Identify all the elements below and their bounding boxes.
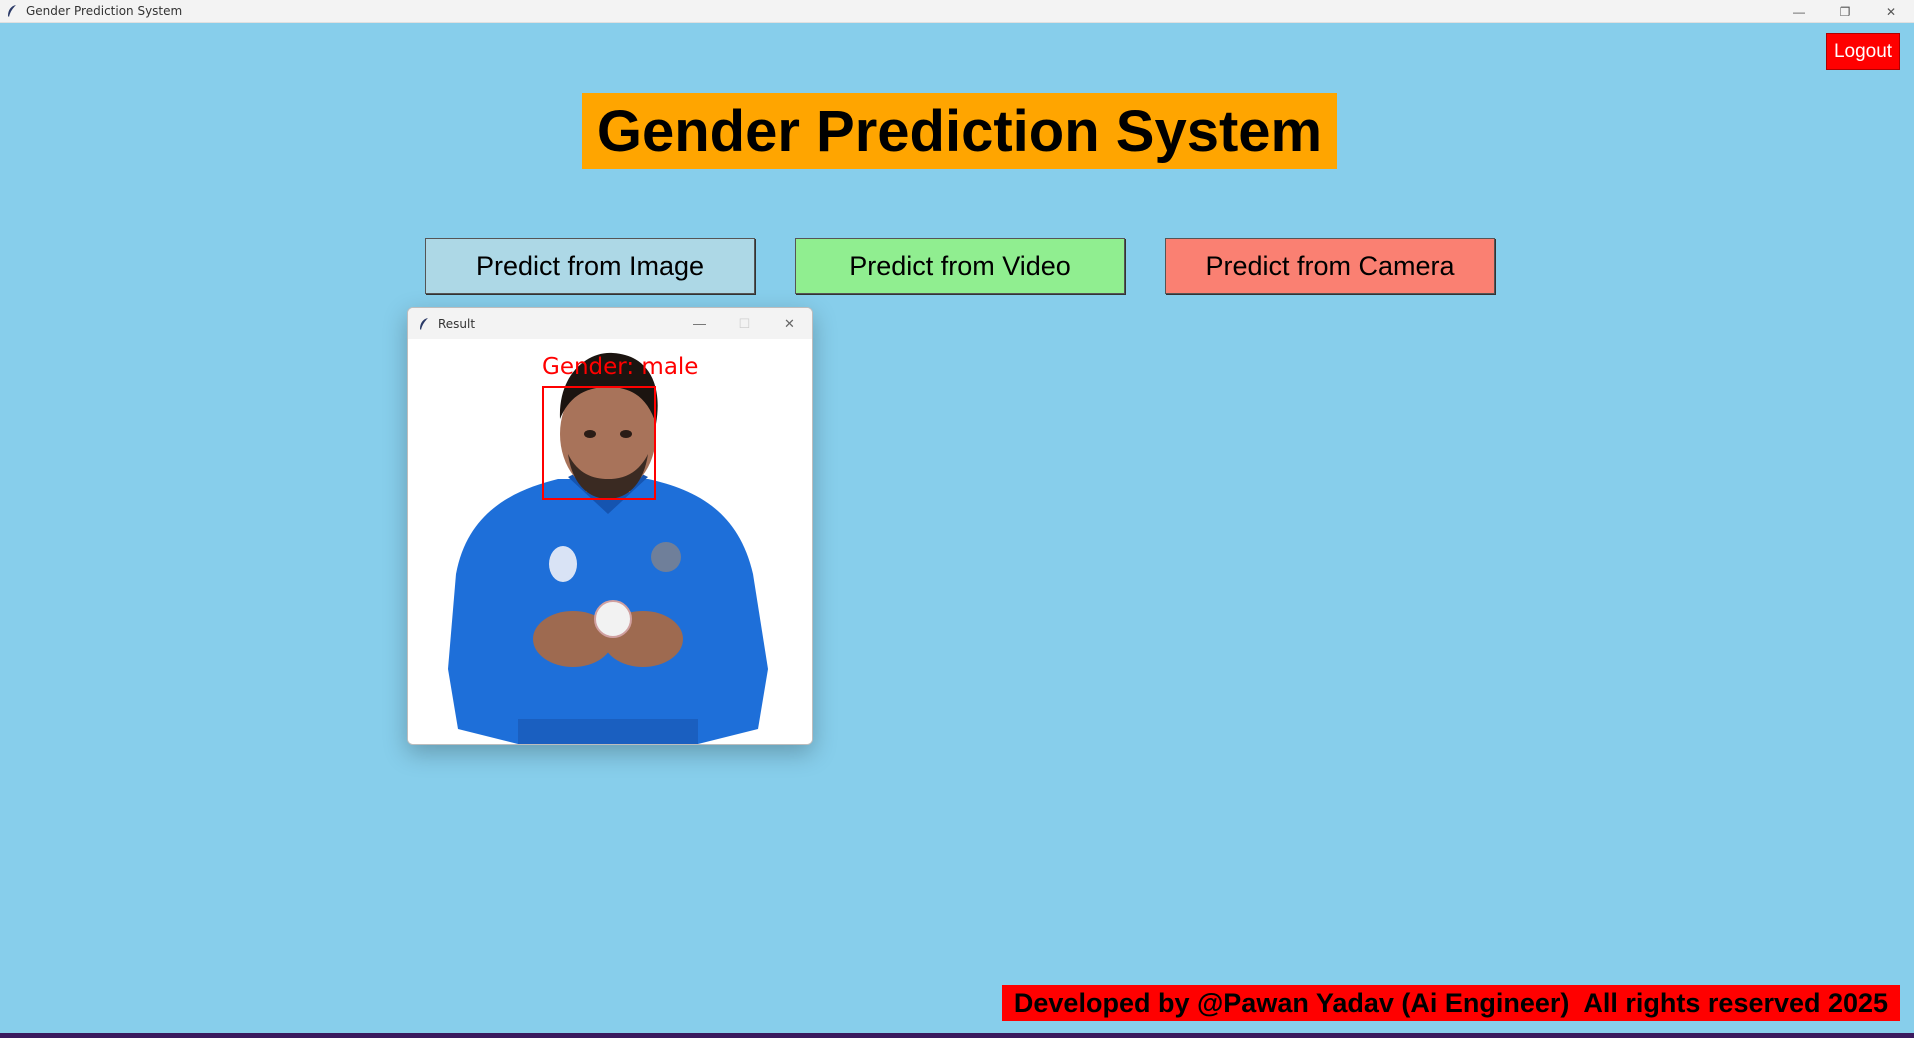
result-window-controls: — ☐ ✕ <box>677 308 812 339</box>
result-image: Gender: male <box>408 339 812 744</box>
feather-icon <box>4 3 20 19</box>
window-controls: — ❐ ✕ <box>1776 0 1914 23</box>
feather-icon <box>416 316 432 332</box>
footer-credits: Developed by @Pawan Yadav (Ai Engineer) … <box>1002 985 1900 1021</box>
result-close-button[interactable]: ✕ <box>767 308 812 339</box>
result-window: Result — ☐ ✕ Gender: male <box>407 307 813 745</box>
result-titlebar[interactable]: Result — ☐ ✕ <box>408 308 812 339</box>
window-title: Gender Prediction System <box>26 4 183 18</box>
result-maximize-button: ☐ <box>738 315 751 331</box>
app-client-area: Logout Gender Prediction System Predict … <box>0 23 1914 1033</box>
taskbar-edge <box>0 1033 1914 1038</box>
result-minimize-button[interactable]: — <box>677 308 722 339</box>
window-titlebar: Gender Prediction System — ❐ ✕ <box>0 0 1914 23</box>
predict-image-button[interactable]: Predict from Image <box>425 238 755 294</box>
face-bounding-box <box>542 386 656 500</box>
result-window-title: Result <box>438 316 476 331</box>
logout-button[interactable]: Logout <box>1826 33 1900 70</box>
predict-camera-button[interactable]: Predict from Camera <box>1165 238 1495 294</box>
minimize-button[interactable]: — <box>1776 0 1822 23</box>
gender-prediction-label: Gender: male <box>542 354 699 380</box>
restore-button[interactable]: ❐ <box>1822 0 1868 23</box>
close-button[interactable]: ✕ <box>1868 0 1914 23</box>
predict-video-button[interactable]: Predict from Video <box>795 238 1125 294</box>
page-title: Gender Prediction System <box>582 93 1337 169</box>
